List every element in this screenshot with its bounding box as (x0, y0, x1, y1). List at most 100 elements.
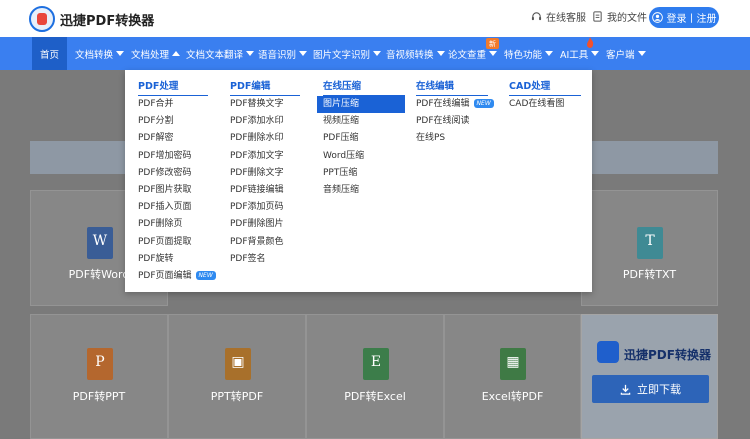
nav-item-features[interactable]: 特色功能 (504, 37, 554, 70)
chevron-down-icon (637, 51, 646, 56)
menu-item-pdf-sign[interactable]: PDF签名 (230, 251, 300, 268)
menu-item-pdf-change-password[interactable]: PDF修改密码 (138, 165, 208, 182)
ppt-to-pdf-icon: ▣ (225, 348, 251, 380)
menu-item-pdf-extract-page[interactable]: PDF页面提取 (138, 234, 208, 251)
menu-item-pdf-add-text[interactable]: PDF添加文字 (230, 148, 300, 165)
tool-card-label: PDF转Excel (344, 390, 406, 403)
doc-process-dropdown: PDF处理 PDF合并 PDF分割 PDF解密 PDF增加密码 PDF修改密码 … (125, 70, 592, 292)
nav-item-av-convert[interactable]: 音视频转换 (386, 37, 445, 70)
dropdown-column-compress: 在线压缩 图片压缩 视频压缩 PDF压缩 Word压缩 PPT压缩 音频压缩 (317, 78, 405, 199)
column-title: PDF处理 (138, 78, 208, 96)
tool-card-pdf-to-txt[interactable]: T PDF转TXT (581, 190, 718, 306)
headset-icon (531, 12, 542, 21)
menu-item-pdf-rotate[interactable]: PDF旋转 (138, 251, 208, 268)
nav-item-ocr[interactable]: 图片文字识别 (313, 37, 382, 70)
menu-item-pdf-replace-text[interactable]: PDF替换文字 (230, 96, 300, 113)
my-files-label: 我的文件 (607, 13, 647, 24)
menu-item-ppt-compress[interactable]: PPT压缩 (323, 165, 405, 182)
menu-item-video-compress[interactable]: 视频压缩 (323, 113, 405, 130)
new-badge: 新 (486, 38, 499, 49)
menu-item-pdf-link-edit[interactable]: PDF链接编辑 (230, 182, 300, 199)
brand-name[interactable]: 迅捷PDF转换器 (60, 10, 154, 29)
online-service-label: 在线客服 (546, 13, 586, 24)
nav-item-home[interactable]: 首页 (32, 37, 67, 70)
dropdown-column-pdf-process: PDF处理 PDF合并 PDF分割 PDF解密 PDF增加密码 PDF修改密码 … (138, 78, 216, 285)
download-label: 立即下载 (637, 383, 681, 396)
brand-logo-icon[interactable] (29, 6, 55, 32)
menu-item-word-compress[interactable]: Word压缩 (323, 148, 405, 165)
tool-card-pdf-to-ppt[interactable]: P PDF转PPT (30, 314, 168, 439)
menu-item-pdf-online-read[interactable]: PDF在线阅读 (416, 113, 488, 130)
chevron-down-icon (545, 51, 554, 56)
tool-card-label: Excel转PDF (481, 390, 544, 403)
menu-item-image-compress[interactable]: 图片压缩 (317, 96, 405, 114)
word-icon: W (87, 227, 113, 259)
chevron-down-icon (246, 51, 255, 56)
menu-item-pdf-delete-image[interactable]: PDF删除图片 (230, 216, 300, 233)
dropdown-column-pdf-edit: PDF编辑 PDF替换文字 PDF添加水印 PDF删除水印 PDF添加文字 PD… (230, 78, 300, 268)
download-promo-card: 迅捷PDF转换器 立即下载 (581, 314, 718, 439)
excel-icon: E (363, 348, 389, 380)
menu-item-online-ps[interactable]: 在线PS (416, 130, 488, 147)
top-header: 迅捷PDF转换器 在线客服 我的文件 登录丨注册 (0, 0, 750, 37)
menu-item-pdf-insert-page[interactable]: PDF插入页面 (138, 199, 208, 216)
chevron-down-icon (489, 51, 498, 56)
menu-item-pdf-compress[interactable]: PDF压缩 (323, 130, 405, 147)
menu-item-pdf-extract-images[interactable]: PDF图片获取 (138, 182, 208, 199)
tool-card-label: PPT转PDF (210, 390, 264, 403)
nav-item-client[interactable]: 客户端 (606, 37, 646, 70)
menu-item-pdf-split[interactable]: PDF分割 (138, 113, 208, 130)
file-icon (593, 11, 602, 22)
column-title: 在线编辑 (416, 78, 488, 96)
main-nav: 首页 文档转换 文档处理 文档文本翻译 语音识别 图片文字识别 音视频转换 论文… (0, 37, 750, 70)
download-button[interactable]: 立即下载 (592, 375, 709, 403)
dropdown-column-cad: CAD处理 CAD在线看图 (509, 78, 581, 113)
tool-card-label: PDF转TXT (622, 268, 677, 281)
login-register-button[interactable]: 登录丨注册 (649, 7, 719, 28)
chevron-up-icon (172, 51, 181, 56)
column-title: CAD处理 (509, 78, 581, 96)
dropdown-column-online-edit: 在线编辑 PDF在线编辑 NEW PDF在线阅读 在线PS (416, 78, 494, 148)
nav-item-doc-process[interactable]: 文档处理 (131, 37, 181, 70)
menu-item-pdf-decrypt[interactable]: PDF解密 (138, 130, 208, 147)
nav-item-doc-convert[interactable]: 文档转换 (75, 37, 125, 70)
my-files-link[interactable]: 我的文件 (592, 9, 647, 24)
ppt-icon: P (87, 348, 113, 380)
nav-item-translate[interactable]: 文档文本翻译 (186, 37, 255, 70)
login-register-label: 登录丨注册 (666, 14, 717, 25)
tool-card-ppt-to-pdf[interactable]: ▣ PPT转PDF (168, 314, 306, 439)
promo-logo-icon (597, 341, 619, 363)
tool-card-label: PDF转PPT (72, 390, 126, 403)
menu-item-pdf-background-color[interactable]: PDF背景颜色 (230, 234, 300, 251)
menu-item-pdf-online-edit[interactable]: PDF在线编辑 NEW (416, 96, 494, 113)
menu-item-pdf-merge[interactable]: PDF合并 (138, 96, 208, 113)
chevron-down-icon (436, 51, 445, 56)
chevron-down-icon (373, 51, 382, 56)
menu-item-pdf-page-edit[interactable]: PDF页面编辑 NEW (138, 268, 216, 285)
excel-to-pdf-icon: ▦ (500, 348, 526, 380)
txt-icon: T (637, 227, 663, 259)
menu-item-pdf-remove-watermark[interactable]: PDF删除水印 (230, 130, 300, 147)
new-tag: NEW (195, 270, 216, 280)
new-tag: NEW (473, 99, 494, 108)
menu-item-pdf-add-password[interactable]: PDF增加密码 (138, 148, 208, 165)
chevron-down-icon (591, 51, 600, 56)
user-icon (651, 12, 663, 23)
online-service-link[interactable]: 在线客服 (531, 9, 586, 24)
chevron-down-icon (299, 51, 308, 56)
chevron-down-icon (116, 51, 125, 56)
menu-item-pdf-delete-page[interactable]: PDF删除页 (138, 216, 208, 233)
column-title: PDF编辑 (230, 78, 300, 96)
menu-item-pdf-add-watermark[interactable]: PDF添加水印 (230, 113, 300, 130)
nav-item-speech[interactable]: 语音识别 (258, 37, 308, 70)
tool-card-pdf-to-excel[interactable]: E PDF转Excel (306, 314, 444, 439)
flame-icon (587, 37, 594, 48)
column-title: 在线压缩 (323, 78, 405, 96)
promo-title: 迅捷PDF转换器 (624, 348, 711, 362)
menu-item-pdf-delete-text[interactable]: PDF删除文字 (230, 165, 300, 182)
menu-item-pdf-add-page-number[interactable]: PDF添加页码 (230, 199, 300, 216)
menu-item-audio-compress[interactable]: 音频压缩 (323, 182, 405, 199)
download-icon (620, 384, 631, 395)
tool-card-excel-to-pdf[interactable]: ▦ Excel转PDF (444, 314, 581, 439)
menu-item-cad-online-view[interactable]: CAD在线看图 (509, 96, 581, 113)
